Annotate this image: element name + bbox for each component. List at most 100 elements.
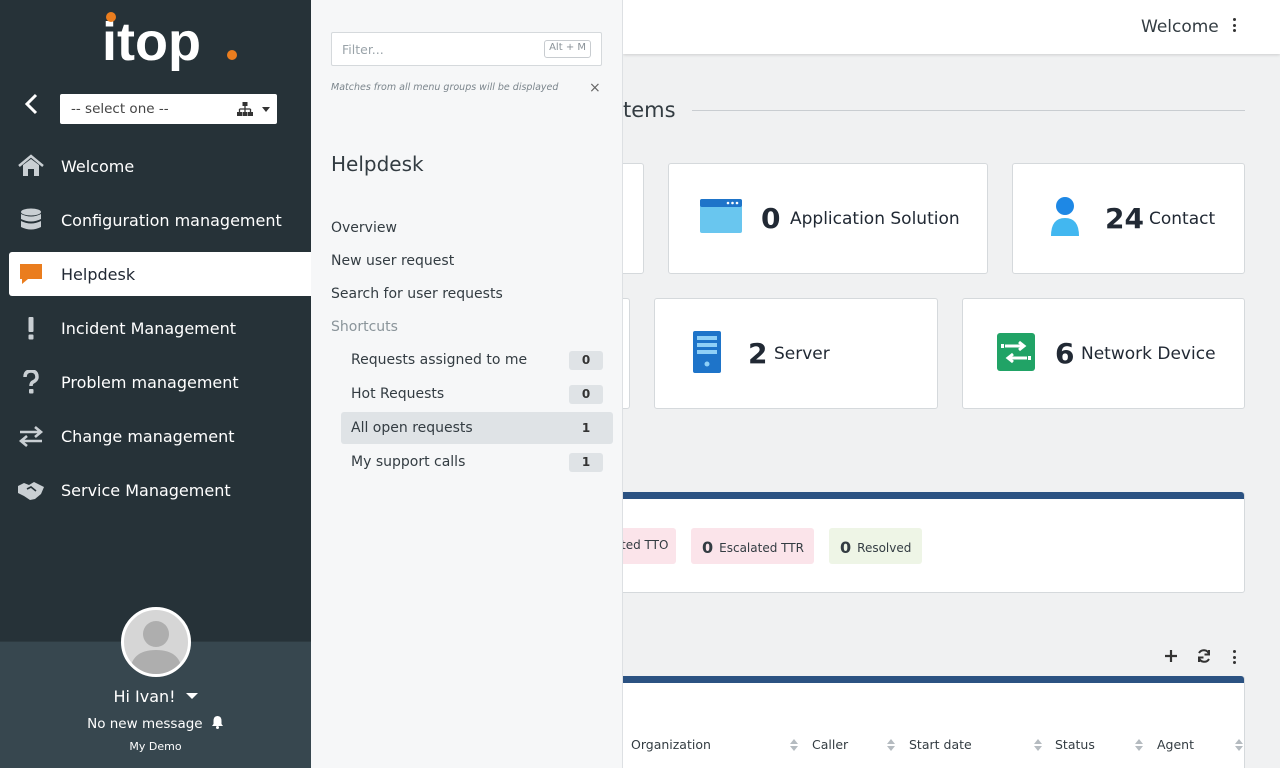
filter-hint: Matches from all menu groups will be dis… xyxy=(331,82,559,93)
sort-icon[interactable] xyxy=(887,739,895,751)
nav-item-change-management[interactable]: Change management xyxy=(9,414,311,458)
nav-item-helpdesk[interactable]: Helpdesk xyxy=(9,252,311,296)
user-silhouette-icon xyxy=(130,621,182,674)
application-window-icon xyxy=(700,199,742,233)
nav-item-service-management[interactable]: Service Management xyxy=(9,468,311,512)
refresh-icon[interactable] xyxy=(1195,647,1213,665)
home-icon xyxy=(18,154,44,176)
navigation-menu: itop -- select one -- Welcome Configurat… xyxy=(0,0,311,768)
panel-accent-bar xyxy=(601,492,1244,499)
filter-shortcut-hint: Alt + M xyxy=(544,40,591,58)
menu-link-overview[interactable]: Overview xyxy=(331,220,397,236)
hierarchy-icon[interactable] xyxy=(237,102,253,116)
shortcut-hot-requests[interactable]: Hot Requests 0 xyxy=(341,378,613,410)
nav-item-label: Welcome xyxy=(61,157,135,176)
shortcut-label: My support calls xyxy=(351,454,466,470)
status-label: Escalated TTR xyxy=(719,541,804,555)
column-header-caller[interactable]: Caller xyxy=(812,737,848,752)
sort-icon[interactable] xyxy=(1135,739,1143,751)
tile-contact[interactable]: 24 Contact xyxy=(1012,163,1245,274)
status-escalated-ttr[interactable]: 0 Escalated TTR xyxy=(691,528,814,564)
chevron-down-icon xyxy=(262,107,270,112)
user-avatar[interactable] xyxy=(121,607,191,677)
tile-count: 0 xyxy=(761,202,781,235)
tile-count: 2 xyxy=(748,337,768,370)
tile-network-device[interactable]: 6 Network Device xyxy=(962,298,1245,409)
nav-item-label: Problem management xyxy=(61,373,239,392)
handshake-icon xyxy=(18,482,44,500)
panel-accent-bar xyxy=(601,676,1244,683)
section-title: tems xyxy=(623,98,676,122)
nav-item-welcome[interactable]: Welcome xyxy=(9,144,311,188)
tile-label: Network Device xyxy=(1081,344,1216,364)
person-icon xyxy=(1051,197,1079,236)
menu-filter-input[interactable]: Filter... Alt + M xyxy=(331,32,602,66)
user-organization: My Demo xyxy=(129,740,182,753)
collapse-menu-icon[interactable] xyxy=(18,92,46,116)
tile-label: Server xyxy=(774,344,830,364)
close-icon[interactable]: × xyxy=(589,80,601,96)
shortcut-all-open-requests[interactable]: All open requests 1 xyxy=(341,412,613,444)
server-icon xyxy=(693,331,721,373)
tile-label: Contact xyxy=(1149,209,1216,229)
count-badge: 0 xyxy=(569,385,603,404)
menu-link-search-user-requests[interactable]: Search for user requests xyxy=(331,286,503,302)
notifications-text: No new message xyxy=(87,716,203,732)
svg-text:itop: itop xyxy=(102,12,201,72)
tile-server[interactable]: 2 Server xyxy=(654,298,938,409)
column-header-start-date[interactable]: Start date xyxy=(909,737,972,752)
chevron-down-icon[interactable] xyxy=(185,693,198,699)
menu-flyout: Filter... Alt + M Matches from all menu … xyxy=(311,0,623,768)
section-divider xyxy=(692,110,1245,111)
sort-icon[interactable] xyxy=(790,739,798,751)
nav-item-label: Incident Management xyxy=(61,319,236,338)
shortcut-my-support-calls[interactable]: My support calls 1 xyxy=(341,446,613,478)
shortcuts-heading: Shortcuts xyxy=(331,319,398,335)
count-badge: 1 xyxy=(569,453,603,472)
filter-placeholder: Filter... xyxy=(342,42,384,57)
tile-label: Application Solution xyxy=(790,209,960,229)
exclamation-icon xyxy=(28,317,34,340)
status-count: 0 xyxy=(840,538,852,557)
shortcut-label: All open requests xyxy=(351,420,473,436)
shortcut-label: Hot Requests xyxy=(351,386,445,402)
shortcut-requests-assigned-to-me[interactable]: Requests assigned to me 0 xyxy=(341,344,613,376)
count-badge: 1 xyxy=(569,419,603,438)
status-count: 0 xyxy=(702,538,714,557)
tile-count: 24 xyxy=(1105,202,1144,235)
column-header-agent[interactable]: Agent xyxy=(1157,737,1194,752)
question-icon xyxy=(23,370,39,394)
nav-item-problem-management[interactable]: Problem management xyxy=(9,360,311,404)
user-greeting[interactable]: Hi Ivan! xyxy=(0,687,311,706)
sort-icon[interactable] xyxy=(1034,739,1042,751)
nav-item-configuration-management[interactable]: Configuration management xyxy=(9,198,311,242)
sort-icon[interactable] xyxy=(1235,739,1243,751)
nav-item-label: Configuration management xyxy=(61,211,282,230)
notifications[interactable]: No new message xyxy=(0,715,311,732)
database-icon xyxy=(21,208,41,230)
tile-count: 6 xyxy=(1055,337,1075,370)
tile-application-solution[interactable]: 0 Application Solution xyxy=(668,163,988,274)
organization-select[interactable]: -- select one -- xyxy=(60,94,277,124)
status-label: Resolved xyxy=(857,541,912,555)
status-label: ted TTO xyxy=(621,538,669,552)
requests-table-panel xyxy=(600,676,1245,768)
status-resolved[interactable]: 0 Resolved xyxy=(829,528,922,564)
add-icon[interactable] xyxy=(1162,647,1180,665)
exchange-arrows-icon xyxy=(18,426,44,447)
column-header-organization[interactable]: Organization xyxy=(631,737,711,752)
nav-item-incident-management[interactable]: Incident Management xyxy=(9,306,311,350)
flyout-title: Helpdesk xyxy=(331,152,424,176)
itop-logo: itop xyxy=(102,12,237,72)
network-switch-icon xyxy=(997,333,1035,371)
user-greeting-text: Hi Ivan! xyxy=(113,687,176,706)
count-badge: 0 xyxy=(569,351,603,370)
organization-select-value: -- select one -- xyxy=(71,101,169,117)
more-options-icon[interactable] xyxy=(1228,18,1240,38)
bell-icon[interactable] xyxy=(211,715,224,729)
menu-link-new-user-request[interactable]: New user request xyxy=(331,253,454,269)
column-header-status[interactable]: Status xyxy=(1055,737,1095,752)
table-menu-icon[interactable] xyxy=(1228,650,1240,664)
chat-bubble-icon xyxy=(20,264,42,284)
nav-item-label: Service Management xyxy=(61,481,231,500)
